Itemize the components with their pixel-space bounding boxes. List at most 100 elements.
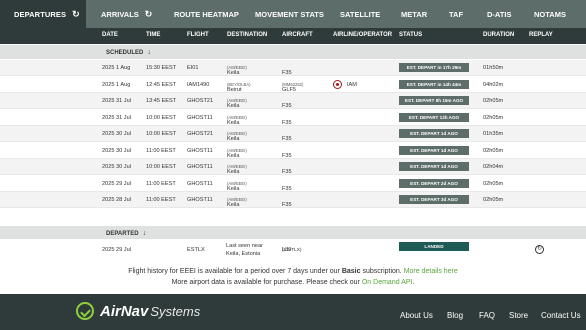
table-row[interactable]: 2025 31 Jul 10:00 EEST GHOST11 Keila (AM/EE… (0, 110, 586, 126)
row-duration: 01h35m (483, 131, 504, 137)
row-duration: 02h05m (483, 197, 504, 203)
row-dest: Keila (227, 169, 240, 175)
table-row[interactable]: 2025 28 Jul 11:00 EEST GHOST11 Keila (AM/EE… (0, 192, 586, 208)
section-scheduled[interactable]: SCHEDULED ↓ (0, 45, 586, 59)
row-airline: IAM (347, 81, 357, 88)
row-aircraft: F35 (282, 185, 292, 192)
col-time: TIME (146, 32, 161, 38)
on-demand-api-link[interactable]: On Demand API (362, 279, 413, 286)
row-dest: Keila (227, 136, 240, 142)
row-aircraft: F35 (282, 202, 292, 208)
row-date: 2025 29 Jul (102, 180, 131, 187)
tab-satellite[interactable]: SATELLITE (340, 0, 380, 28)
row-aircraft: F35 (282, 103, 292, 109)
table-header: DATE TIME FLIGHT DESTINATION AIRCRAFT AI… (0, 28, 586, 44)
row-flight[interactable]: GHOST11 (187, 181, 213, 187)
row-date: 2025 31 Jul (102, 98, 131, 104)
row-dest: Beirut (227, 86, 242, 93)
status-badge: EST. DEPART in 17h 29m (399, 63, 469, 72)
row-flight[interactable]: GHOST11 (187, 115, 213, 121)
departed-aircraft: L39 (282, 247, 292, 253)
status-badge: EST. DEPART 3d AGO (399, 195, 469, 204)
row-flight[interactable]: GHOST21 (187, 131, 213, 137)
table-row[interactable]: 2025 30 Jul 11:00 EEST GHOST11 Keila (AM/EE… (0, 143, 586, 159)
row-flight[interactable]: EI01 (187, 65, 199, 71)
row-flight[interactable]: GHOST11 (187, 148, 213, 154)
row-aircraft: F35 (282, 119, 292, 126)
airnav-logo[interactable]: AirNav Systems (76, 302, 200, 320)
refresh-icon[interactable]: ↻ (72, 9, 80, 20)
status-badge: EST. DEPART in 14h 44m (399, 79, 469, 89)
row-date: 2025 28 Jul (102, 197, 131, 203)
tab-notams[interactable]: NOTAMS (534, 0, 566, 28)
row-flight[interactable]: IAM1490 (187, 82, 209, 88)
row-flight[interactable]: GHOST11 (187, 197, 213, 203)
footer-link-blog[interactable]: Blog (447, 311, 463, 320)
table-row[interactable]: 2025 30 Jul 10:00 EEST GHOST21 Keila (AM/EE… (0, 126, 586, 142)
col-status: STATUS (399, 32, 423, 38)
col-destination: DESTINATION (227, 32, 268, 38)
row-date: 2025 1 Aug (102, 65, 131, 71)
table-row[interactable]: 2025 31 Jul 13:45 EEST GHOST21 Keila (AM/EE… (0, 93, 586, 109)
tab-arrivals[interactable]: ARRIVALS ↻ (101, 0, 152, 28)
replay-icon[interactable]: ↻ (535, 245, 544, 254)
row-dest: Keila (227, 103, 240, 109)
status-badge: EST. DEPART 8h 15m AGO (399, 96, 469, 105)
tab-metar-label: METAR (401, 9, 428, 19)
row-date: 2025 30 Jul (102, 131, 131, 137)
row-flight[interactable]: GHOST11 (187, 164, 213, 170)
row-date: 2025 30 Jul (102, 147, 131, 154)
departed-dest-line1: Last seen near (226, 243, 264, 249)
table-row[interactable]: 2025 1 Aug 15:30 EEST EI01 Keila (AM/EEEI) F… (0, 60, 586, 76)
sort-arrow-icon[interactable]: ↓ (143, 230, 147, 237)
row-time: 10:00 EEST (146, 114, 177, 121)
tab-taf[interactable]: TAF (449, 0, 463, 28)
row-dest: Keila (227, 202, 240, 208)
row-time: 11:00 EEST (146, 147, 176, 154)
tab-datis-label: D-ATIS (487, 9, 512, 19)
tab-departures[interactable]: DEPARTURES ↻ (0, 0, 86, 28)
row-time: 12:45 EEST (146, 81, 177, 88)
history-info: Flight history for EEEI is available for… (0, 262, 586, 294)
row-aircraft: F35 (282, 152, 292, 159)
info-basic: Basic (341, 268, 361, 275)
tab-notams-label: NOTAMS (534, 9, 566, 19)
row-dest: Keila (227, 119, 240, 126)
info-line2-end: . (412, 279, 415, 286)
refresh-icon[interactable]: ↻ (145, 9, 153, 20)
footer-link-faq[interactable]: FAQ (479, 311, 495, 320)
col-replay: REPLAY (529, 32, 553, 38)
departed-row[interactable]: 2025 29 Jul ESTLX Last seen near Keila, … (0, 239, 586, 261)
logo-brand: AirNav (100, 302, 149, 320)
sort-arrow-icon[interactable]: ↓ (147, 49, 151, 56)
tab-taf-label: TAF (449, 9, 464, 19)
status-badge: EST. DEPART 12h AGO (399, 112, 469, 122)
airnav-logo-icon (76, 302, 94, 320)
row-dest: Keila (227, 70, 240, 76)
departed-dest-line2: Keila, Estonia (226, 251, 261, 257)
footer-link-about[interactable]: About Us (400, 311, 433, 320)
section-departed[interactable]: DEPARTED ↓ (0, 226, 586, 240)
departed-flight[interactable]: ESTLX (187, 247, 205, 253)
col-date: DATE (102, 32, 118, 38)
departed-date: 2025 29 Jul (102, 247, 131, 253)
row-date: 2025 31 Jul (102, 114, 131, 121)
row-duration: 02h05m (483, 147, 504, 154)
row-flight[interactable]: GHOST21 (187, 98, 213, 104)
tab-movement-stats[interactable]: MOVEMENT STATS (255, 0, 324, 28)
table-row[interactable]: 2025 1 Aug 12:45 EEST IAM1490 Beirut (BEY/O… (0, 77, 586, 93)
footer-link-store[interactable]: Store (509, 311, 528, 320)
col-flight: FLIGHT (187, 32, 209, 38)
more-details-link[interactable]: More details here (404, 268, 458, 275)
table-row[interactable]: 2025 30 Jul 10:00 EEST GHOST11 Keila (AM/EE… (0, 159, 586, 175)
tab-datis[interactable]: D-ATIS (487, 0, 511, 28)
row-dest: Keila (227, 152, 240, 159)
tab-route-heatmap[interactable]: ROUTE HEATMAP (174, 0, 239, 28)
row-aircraft: F35 (282, 136, 292, 142)
footer-link-contact[interactable]: Contact Us (541, 311, 581, 320)
table-row[interactable]: 2025 29 Jul 11:00 EEST GHOST11 Keila (AM/EE… (0, 176, 586, 192)
tab-movement-stats-label: MOVEMENT STATS (255, 9, 324, 19)
tab-route-heatmap-label: ROUTE HEATMAP (174, 9, 239, 19)
col-duration: DURATION (483, 32, 515, 38)
tab-metar[interactable]: METAR (401, 0, 427, 28)
